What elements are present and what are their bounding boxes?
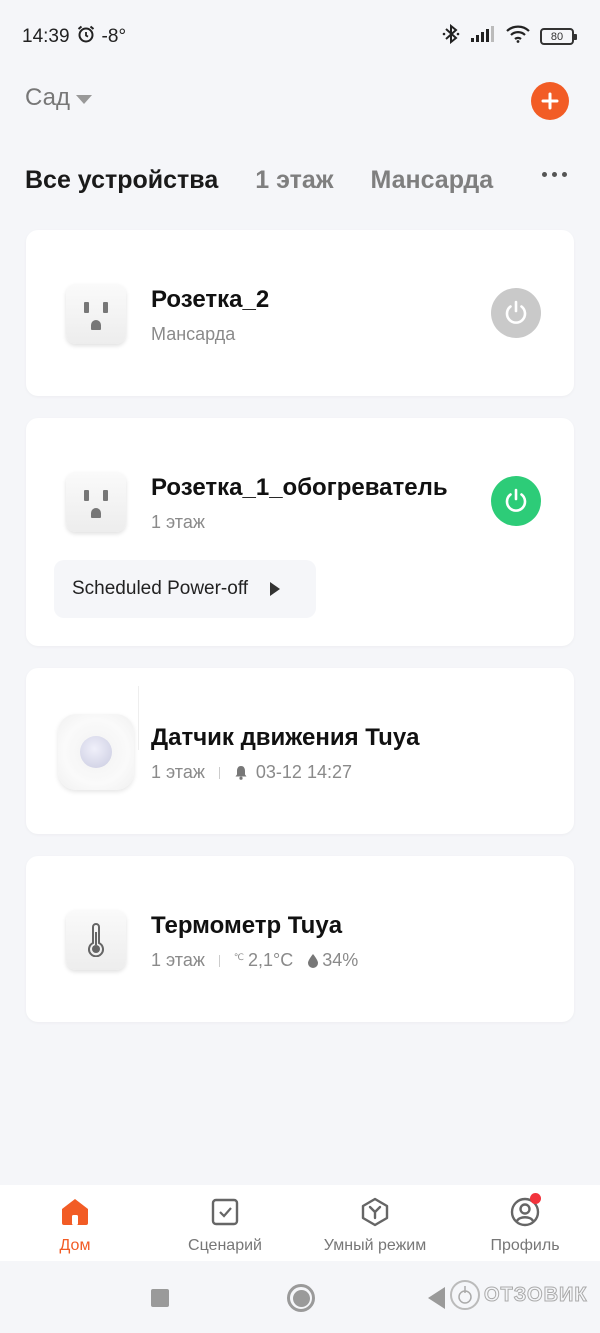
- room-label: 1 этаж: [151, 512, 205, 532]
- separator: [218, 954, 220, 967]
- separator: [218, 766, 220, 779]
- status-time: 14:39: [22, 26, 70, 47]
- battery-level: 80: [550, 30, 564, 43]
- temperature-value: 2,1°C: [248, 950, 294, 970]
- play-arrow-icon: [270, 582, 281, 596]
- more-dot: [552, 172, 557, 177]
- recents-button[interactable]: [151, 1289, 169, 1307]
- scene-checkbox-icon: [208, 1195, 242, 1229]
- humidity-value: 34%: [322, 950, 359, 970]
- more-dot: [542, 172, 547, 177]
- socket-slot: [84, 490, 89, 501]
- nav-label: Сценарий: [188, 1237, 262, 1254]
- profile-icon: [508, 1193, 542, 1229]
- more-tabs-button[interactable]: [542, 166, 567, 183]
- socket-slot: [103, 302, 108, 313]
- nav-smart-mode[interactable]: Умный режим: [300, 1185, 450, 1261]
- device-name: Розетка_1_обогреватель: [151, 474, 448, 501]
- status-bar: 14:39 -8° 80: [0, 0, 600, 70]
- bell-icon: [234, 765, 248, 780]
- power-icon: [505, 488, 527, 512]
- humidity-drop-icon: [307, 953, 319, 968]
- battery-icon: 80: [540, 28, 577, 45]
- socket-icon: [66, 284, 126, 344]
- device-card-socket-2[interactable]: Розетка_2 Мансарда: [26, 230, 574, 396]
- watermark-logo-icon: [450, 1280, 480, 1310]
- notification-badge: [530, 1193, 541, 1204]
- home-name: Сад: [25, 84, 70, 111]
- plus-icon: [541, 92, 559, 110]
- thermometer-icon: [66, 910, 126, 970]
- nav-scenes[interactable]: Сценарий: [150, 1185, 300, 1261]
- status-left: 14:39 -8°: [22, 24, 126, 50]
- tab-attic[interactable]: Мансарда: [370, 166, 493, 195]
- caret-down-icon: [75, 94, 92, 104]
- home-icon: [58, 1195, 92, 1229]
- home-selector[interactable]: Сад: [25, 84, 92, 112]
- bottom-navigation: Дом Сценарий Умный режим Профиль: [0, 1185, 600, 1261]
- socket-ground: [91, 320, 101, 330]
- device-room: Мансарда: [151, 324, 235, 345]
- room-tabs: Все устройства 1 этаж Мансарда: [25, 160, 575, 200]
- socket-slot: [103, 490, 108, 501]
- watermark-text: ОТЗОВИК: [484, 1283, 588, 1306]
- add-device-button[interactable]: [531, 82, 569, 120]
- home-dot: [292, 1289, 310, 1307]
- smart-mode-icon: [358, 1195, 392, 1229]
- tab-all-devices[interactable]: Все устройства: [25, 166, 218, 195]
- device-card-motion-sensor[interactable]: Датчик движения Tuya 1 этаж 03-12 14:27: [26, 668, 574, 834]
- device-card-socket-1-heater[interactable]: Розетка_1_обогреватель 1 этаж Scheduled …: [26, 418, 574, 646]
- device-name: Датчик движения Tuya: [151, 724, 420, 751]
- device-status-line: 1 этаж ℃ 2,1°C 34%: [151, 950, 358, 971]
- socket-ground: [91, 508, 101, 518]
- nav-home[interactable]: Дом: [0, 1185, 150, 1261]
- room-label: 1 этаж: [151, 762, 205, 782]
- back-button[interactable]: [428, 1287, 445, 1309]
- tab-floor-1[interactable]: 1 этаж: [255, 166, 333, 195]
- divider: [138, 686, 139, 750]
- status-temperature: -8°: [101, 26, 127, 47]
- device-name: Розетка_2: [151, 286, 270, 313]
- device-name: Термометр Tuya: [151, 912, 343, 939]
- power-toggle-off[interactable]: [491, 288, 541, 338]
- bluetooth-icon: [442, 23, 460, 49]
- room-label: Мансарда: [151, 324, 236, 344]
- nav-label: Дом: [59, 1237, 91, 1254]
- scheduled-power-off-label: Scheduled Power-off: [72, 578, 249, 599]
- motion-sensor-icon: [58, 714, 134, 790]
- nav-label: Умный режим: [323, 1237, 427, 1254]
- status-right: 80: [442, 23, 577, 49]
- system-home-button[interactable]: [287, 1284, 315, 1312]
- watermark: ОТЗОВИК: [450, 1280, 588, 1310]
- device-room: 1 этаж: [151, 512, 205, 533]
- device-card-thermometer[interactable]: Термометр Tuya 1 этаж ℃ 2,1°C 34%: [26, 856, 574, 1022]
- nav-label: Профиль: [490, 1237, 560, 1254]
- socket-slot: [84, 302, 89, 313]
- power-icon: [505, 300, 527, 324]
- socket-icon: [66, 472, 126, 532]
- last-event-time: 03-12 14:27: [255, 762, 352, 782]
- signal-icon: [470, 26, 496, 47]
- wifi-icon: [506, 25, 530, 48]
- device-status-line: 1 этаж 03-12 14:27: [151, 762, 352, 783]
- sensor-lens: [80, 736, 112, 768]
- scheduled-power-off-button[interactable]: Scheduled Power-off: [54, 560, 316, 618]
- nav-profile[interactable]: Профиль: [450, 1185, 600, 1261]
- alarm-icon: [76, 24, 96, 50]
- system-navigation-bar: ОТЗОВИК: [0, 1262, 600, 1333]
- more-dot: [562, 172, 567, 177]
- power-toggle-on[interactable]: [491, 476, 541, 526]
- temperature-unit-icon: ℃: [233, 952, 245, 962]
- room-label: 1 этаж: [151, 950, 205, 970]
